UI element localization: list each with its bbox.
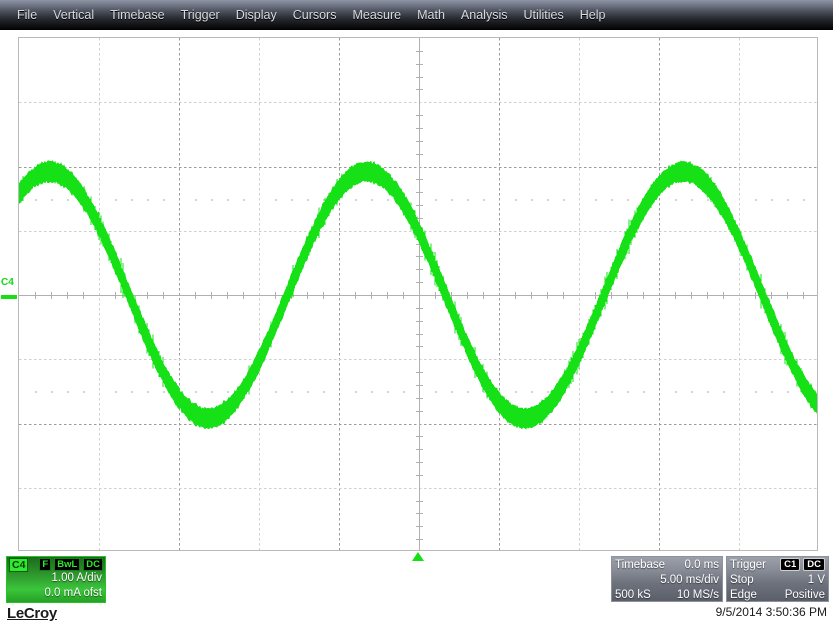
menu-item-display[interactable]: Display: [228, 0, 285, 30]
timebase-descriptor[interactable]: Timebase 0.0 ms 5.00 ms/div 500 kS 10 MS…: [611, 556, 723, 602]
menu-bar: File Vertical Timebase Trigger Display C…: [0, 0, 833, 30]
timebase-delay-value[interactable]: 0.0 ms: [684, 559, 719, 571]
trigger-title: Trigger: [730, 559, 766, 571]
status-bar: C4 F BwL DC 1.00 A/div 0.0 mA ofst LeCro…: [0, 551, 833, 625]
menu-item-timebase[interactable]: Timebase: [102, 0, 172, 30]
channel-tag-f[interactable]: F: [39, 558, 51, 571]
trigger-coupling-badge[interactable]: DC: [803, 558, 825, 571]
menu-item-measure[interactable]: Measure: [344, 0, 409, 30]
menu-item-file[interactable]: File: [9, 0, 45, 30]
trigger-type-row: Edge Positive: [727, 587, 828, 602]
trace-noise-band: [19, 161, 818, 429]
channel-descriptor-header: C4 F BwL DC: [7, 557, 105, 571]
menu-item-help[interactable]: Help: [572, 0, 614, 30]
timebase-scale-value[interactable]: 5.00 ms/div: [660, 574, 719, 586]
trace-spikes: [19, 165, 818, 425]
waveform-trace-c4: [19, 38, 818, 551]
channel-descriptor-c4[interactable]: C4 F BwL DC 1.00 A/div 0.0 mA ofst: [6, 556, 106, 603]
trigger-descriptor[interactable]: Trigger C1 DC Stop 1 V Edge Positive: [726, 556, 829, 602]
channel-offset-value[interactable]: 0.0 mA ofst: [7, 586, 105, 601]
menu-item-cursors[interactable]: Cursors: [285, 0, 345, 30]
timebase-title: Timebase: [615, 559, 665, 571]
timebase-scale-row: 5.00 ms/div: [612, 572, 722, 587]
menu-item-analysis[interactable]: Analysis: [453, 0, 516, 30]
graticule-grid[interactable]: [18, 37, 818, 551]
timebase-acq-row: 500 kS 10 MS/s: [612, 587, 722, 602]
trigger-state-value[interactable]: Stop: [730, 574, 754, 586]
timebase-header: Timebase 0.0 ms: [612, 557, 722, 572]
menu-item-trigger[interactable]: Trigger: [173, 0, 228, 30]
trigger-slope-value[interactable]: Positive: [785, 589, 825, 601]
trigger-type-value[interactable]: Edge: [730, 589, 757, 601]
menu-item-utilities[interactable]: Utilities: [515, 0, 571, 30]
waveform-display-area[interactable]: C4: [0, 31, 833, 551]
channel-ground-label: C4: [1, 278, 14, 288]
timestamp-label: 9/5/2014 3:50:36 PM: [716, 605, 827, 619]
channel-tag-bwl[interactable]: BwL: [54, 558, 80, 571]
timebase-memory-value[interactable]: 500 kS: [615, 589, 651, 601]
trigger-state-row: Stop 1 V: [727, 572, 828, 587]
trigger-header: Trigger C1 DC: [727, 557, 828, 572]
lecroy-logo: LeCroy: [7, 605, 57, 622]
timebase-samplerate-value[interactable]: 10 MS/s: [677, 589, 719, 601]
channel-ground-marker[interactable]: [1, 295, 17, 299]
menu-item-math[interactable]: Math: [409, 0, 453, 30]
channel-id-badge[interactable]: C4: [9, 558, 28, 572]
channel-tag-dc[interactable]: DC: [83, 558, 103, 571]
trigger-source-badge[interactable]: C1: [780, 558, 800, 571]
menu-item-vertical[interactable]: Vertical: [45, 0, 102, 30]
channel-scale-value[interactable]: 1.00 A/div: [7, 571, 105, 586]
trigger-level-value[interactable]: 1 V: [808, 574, 825, 586]
